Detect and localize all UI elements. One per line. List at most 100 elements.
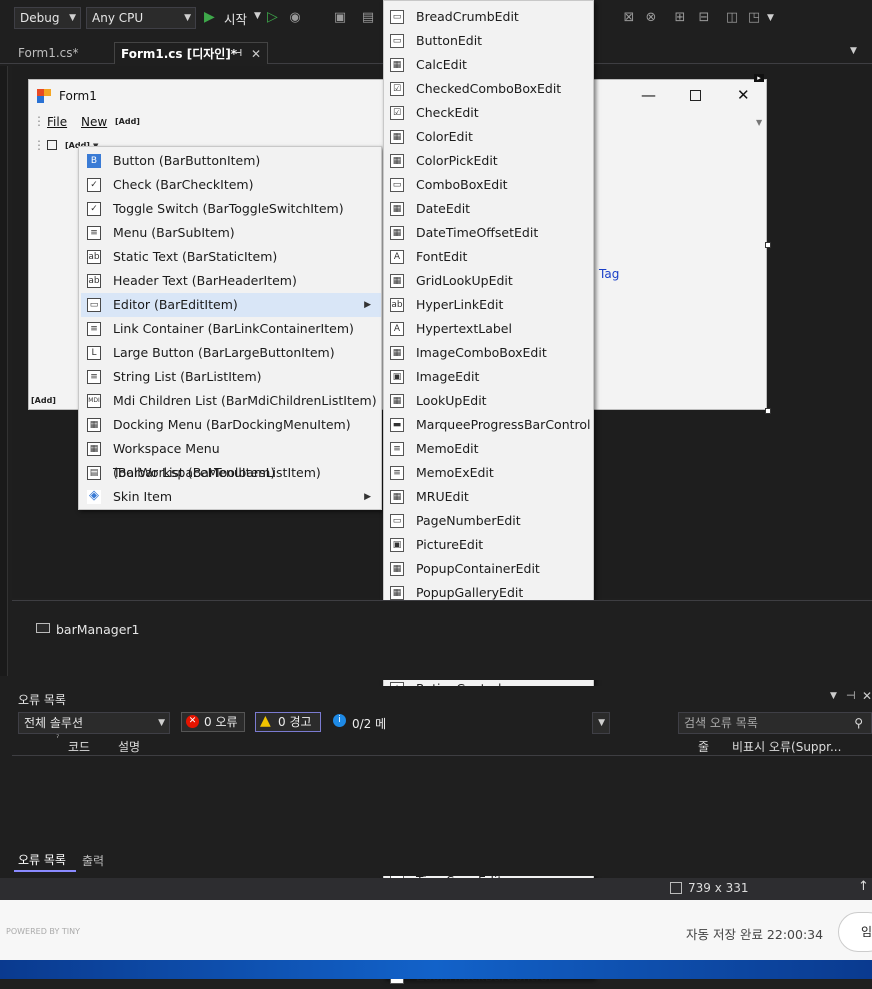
grid-icon[interactable]: ⊠	[621, 10, 637, 26]
distribute-icon[interactable]: ⊟	[696, 10, 712, 26]
submenu-item-label: MRUEdit	[416, 489, 469, 504]
submenu-item-lookupedit[interactable]: ▦ LookUpEdit	[384, 389, 593, 413]
window-icon[interactable]: ▤	[360, 10, 376, 26]
close-icon[interactable]: ✕	[251, 43, 261, 65]
submenu-item-hypertextlabel[interactable]: A HypertextLabel	[384, 317, 593, 341]
submenu-item-checkedcomboboxedit[interactable]: ☑ CheckedComboBoxEdit	[384, 77, 593, 101]
menu-item-skin-item[interactable]: ◈ Skin Item ▶	[81, 485, 381, 509]
submenu-item-colorpickedit[interactable]: ▦ ColorPickEdit	[384, 149, 593, 173]
zoom-icon[interactable]: ⊗	[643, 10, 659, 26]
maximize-icon[interactable]	[690, 90, 701, 101]
chevron-down-icon[interactable]: ▼	[254, 11, 261, 21]
menu-item-toggle-switch[interactable]: ✓ Toggle Switch (BarToggleSwitchItem)	[81, 197, 381, 221]
menu-item-label: Header Text (BarHeaderItem)	[113, 273, 297, 288]
layer-icon[interactable]: ◳	[746, 10, 762, 26]
chevron-down-icon[interactable]: ▼	[830, 691, 837, 701]
order-icon[interactable]: ◫	[724, 10, 740, 26]
col-desc[interactable]: 설명	[118, 738, 140, 755]
messages-count[interactable]: 0/2 메	[352, 715, 386, 732]
menu-item-link-container[interactable]: ≡ Link Container (BarLinkContainerItem)	[81, 317, 381, 341]
pin-icon[interactable]: ⊣	[846, 689, 856, 702]
submenu-item-comboboxedit[interactable]: ▭ ComboBoxEdit	[384, 173, 593, 197]
submenu-item-mruedit[interactable]: ▦ MRUEdit	[384, 485, 593, 509]
submenu-item-gridlookupedit[interactable]: ▦ GridLookUpEdit	[384, 269, 593, 293]
menu-item-static-text[interactable]: ab Static Text (BarStaticItem)	[81, 245, 381, 269]
submenu-item-imageedit[interactable]: ▣ ImageEdit	[384, 365, 593, 389]
submenu-item-pagenumberedit[interactable]: ▭ PageNumberEdit	[384, 509, 593, 533]
menu-file[interactable]: File	[47, 115, 67, 129]
submenu-item-checkedit[interactable]: ☑ CheckEdit	[384, 101, 593, 125]
play-outline-icon[interactable]: ▷	[267, 9, 278, 25]
build-filter-combo[interactable]: ▼	[592, 712, 610, 734]
submenu-item-memoedit[interactable]: ≡ MemoEdit	[384, 437, 593, 461]
tab-form1-code[interactable]: Form1.cs*	[12, 42, 112, 64]
menu-item-button[interactable]: B Button (BarButtonItem)	[81, 149, 381, 173]
submenu-item-label: DateTimeOffsetEdit	[416, 225, 539, 240]
chevron-down-icon[interactable]: ▼	[850, 46, 857, 56]
tab-form1-designer[interactable]: Form1.cs [디자인]* ⊣ ✕	[114, 42, 268, 64]
menu-item-label: Docking Menu (BarDockingMenuItem)	[113, 417, 351, 432]
resize-handle[interactable]	[765, 408, 771, 414]
pin-icon[interactable]: ⊣	[233, 43, 242, 65]
submit-button[interactable]: 임	[838, 912, 872, 952]
tab-output[interactable]: 출력	[82, 852, 104, 869]
menu-item-header-text[interactable]: ab Header Text (BarHeaderItem)	[81, 269, 381, 293]
col-suppress[interactable]: 비표시 오류(Suppr...	[732, 738, 841, 755]
errors-filter-button[interactable]: ✕ 0 오류	[181, 712, 245, 732]
submenu-item-fontedit[interactable]: A FontEdit	[384, 245, 593, 269]
drag-handle-icon[interactable]: ⋮	[33, 138, 45, 152]
submenu-item-hyperlinkedit[interactable]: ab HyperLinkEdit	[384, 293, 593, 317]
resize-handle[interactable]	[765, 242, 771, 248]
tab-error-list[interactable]: 오류 목록	[14, 850, 76, 872]
menu-item-large-button[interactable]: L Large Button (BarLargeButtonItem)	[81, 341, 381, 365]
align-icon[interactable]: ⊞	[672, 10, 688, 26]
add-menu-item[interactable]: [Add]	[115, 117, 140, 126]
close-icon[interactable]: ✕	[862, 689, 872, 703]
smart-tag-icon[interactable]: ▸	[754, 74, 764, 82]
submenu-item-label: GridLookUpEdit	[416, 273, 513, 288]
submenu-item-datetimeoffsetedit[interactable]: ▦ DateTimeOffsetEdit	[384, 221, 593, 245]
submenu-item-pictureedit[interactable]: ▣ PictureEdit	[384, 533, 593, 557]
error-search-input[interactable]: 검색 오류 목록 ⚲	[678, 712, 872, 734]
menu-item-check[interactable]: ✓ Check (BarCheckItem)	[81, 173, 381, 197]
component-icon	[36, 623, 50, 633]
chevron-down-icon[interactable]: ▼	[756, 118, 762, 127]
add-status-item[interactable]: [Add]	[31, 396, 56, 405]
scope-combo[interactable]: 전체 솔루션 ▼	[18, 712, 170, 734]
submenu-item-dateedit[interactable]: ▦ DateEdit	[384, 197, 593, 221]
menu-item-toolbar-list[interactable]: ▤ Toolbar List (BarToolbarsListItem)	[81, 461, 381, 485]
col-line[interactable]: 줄	[698, 738, 709, 755]
arrow-up-icon[interactable]: ↑	[858, 879, 869, 894]
submenu-item-memoexedit[interactable]: ≡ MemoExEdit	[384, 461, 593, 485]
submenu-item-label: MemoEdit	[416, 441, 479, 456]
submenu-item-breadcrumbedit[interactable]: ▭ BreadCrumbEdit	[384, 5, 593, 29]
col-code[interactable]: 코드	[68, 738, 90, 755]
submenu-item-coloredit[interactable]: ▦ ColorEdit	[384, 125, 593, 149]
menu-item-menu[interactable]: ≡ Menu (BarSubItem)	[81, 221, 381, 245]
folder-icon[interactable]: ▣	[332, 10, 348, 26]
platform-combo[interactable]: Any CPU ▼	[86, 7, 196, 29]
submenu-item-marqueeprogressbarcontrol[interactable]: ▬ MarqueeProgressBarControl	[384, 413, 593, 437]
submenu-item-imagecomboboxedit[interactable]: ▦ ImageComboBoxEdit	[384, 341, 593, 365]
tray-component[interactable]: barManager1	[56, 622, 139, 637]
config-combo[interactable]: Debug ▼	[14, 7, 81, 29]
minimize-icon[interactable]: —	[641, 86, 656, 104]
chevron-down-icon[interactable]: ▼	[767, 13, 774, 23]
menu-item-string-list[interactable]: ≡ String List (BarListItem)	[81, 365, 381, 389]
menu-item-docking-menu[interactable]: ▦ Docking Menu (BarDockingMenuItem)	[81, 413, 381, 437]
submenu-item-popupcontaineredit[interactable]: ▦ PopupContainerEdit	[384, 557, 593, 581]
close-icon[interactable]: ✕	[737, 86, 750, 104]
drag-handle-icon[interactable]: ⋮	[33, 114, 45, 128]
start-button[interactable]: 시작	[224, 9, 247, 28]
warnings-filter-button[interactable]: ▲ 0 경고	[255, 712, 321, 732]
menu-item-workspace-menu[interactable]: ▦ Workspace Menu (BarWorkspaceMenuItem)	[81, 437, 381, 480]
menu-item-editor[interactable]: ▭ Editor (BarEditItem) ▶	[81, 293, 381, 317]
save-icon[interactable]	[47, 140, 57, 150]
menu-new[interactable]: New	[81, 115, 107, 129]
submenu-item-calcedit[interactable]: ▦ CalcEdit	[384, 53, 593, 77]
play-icon[interactable]: ▶	[204, 9, 215, 25]
menu-item-mdi-children-list[interactable]: MDI Mdi Children List (BarMdiChildrenList…	[81, 389, 381, 413]
submenu-item-buttonedit[interactable]: ▭ ButtonEdit	[384, 29, 593, 53]
hot-reload-icon[interactable]: ◉	[287, 10, 303, 26]
info-icon[interactable]: i	[333, 714, 346, 727]
